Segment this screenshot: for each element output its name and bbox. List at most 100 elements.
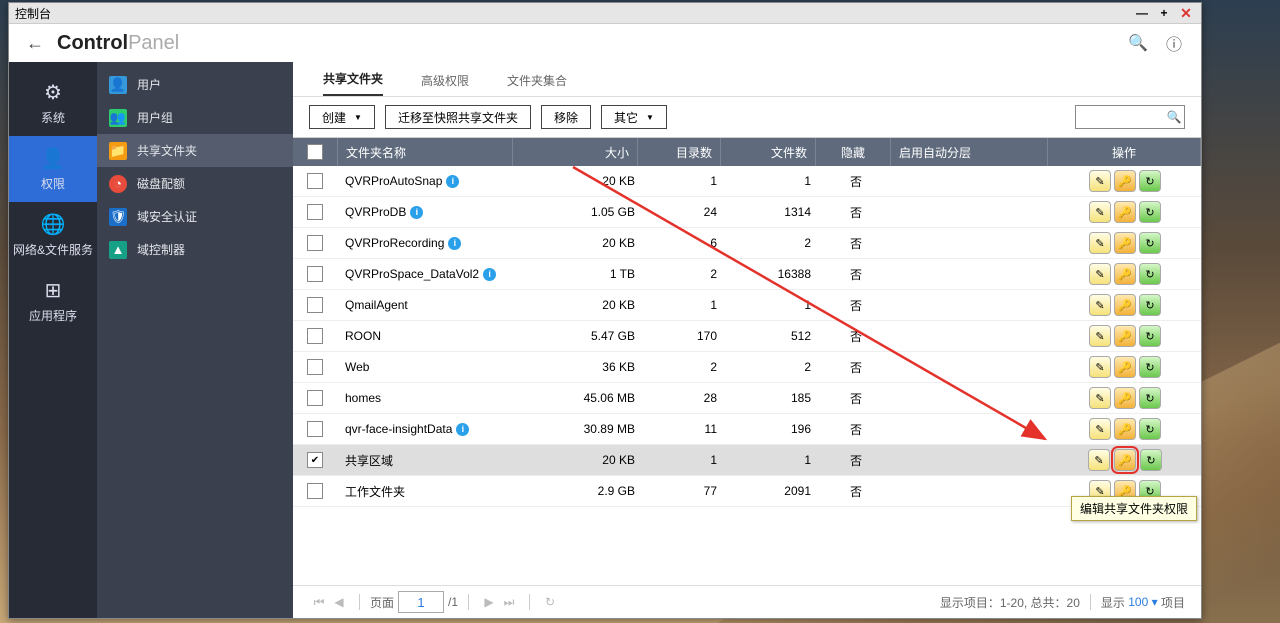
- edit-button[interactable]: ✎: [1089, 325, 1111, 347]
- edit-button[interactable]: ✎: [1089, 356, 1111, 378]
- edit-button[interactable]: ✎: [1088, 449, 1110, 471]
- row-checkbox[interactable]: [307, 235, 323, 251]
- first-page-button[interactable]: ⏮: [309, 595, 329, 610]
- rail-icon: ⊞: [9, 278, 97, 303]
- table-row[interactable]: ROON5.47 GB170512否✎🔑↻: [293, 321, 1201, 352]
- search-icon[interactable]: 🔍: [1125, 30, 1151, 56]
- table-row[interactable]: QVRProAutoSnapi20 KB11否✎🔑↻: [293, 166, 1201, 197]
- row-checkbox[interactable]: [307, 421, 323, 437]
- permissions-button[interactable]: 🔑: [1114, 418, 1136, 440]
- edit-button[interactable]: ✎: [1089, 387, 1111, 409]
- remove-button[interactable]: 移除: [541, 105, 591, 129]
- refresh-button[interactable]: ↻: [1139, 418, 1161, 440]
- col-hide[interactable]: 隐藏: [816, 138, 891, 166]
- permissions-button[interactable]: 🔑: [1114, 325, 1136, 347]
- table-row[interactable]: qvr-face-insightDatai30.89 MB11196否✎🔑↻: [293, 414, 1201, 445]
- help-icon[interactable]: ⓘ: [1161, 30, 1187, 56]
- refresh-button[interactable]: ↻: [540, 595, 560, 609]
- col-files[interactable]: 文件数: [721, 138, 816, 166]
- page-size-select[interactable]: 100 ▾: [1128, 595, 1157, 609]
- permissions-button[interactable]: 🔑: [1114, 170, 1136, 192]
- edit-button[interactable]: ✎: [1089, 232, 1111, 254]
- permissions-button[interactable]: 🔑: [1114, 232, 1136, 254]
- row-checkbox[interactable]: [307, 204, 323, 220]
- tab-共享文件夹[interactable]: 共享文件夹: [323, 61, 383, 96]
- tab-文件夹集合[interactable]: 文件夹集合: [507, 63, 567, 96]
- permissions-button[interactable]: 🔑: [1114, 263, 1136, 285]
- permissions-button[interactable]: 🔑: [1114, 449, 1136, 471]
- table-row[interactable]: 工作文件夹2.9 GB772091否✎🔑↻: [293, 476, 1201, 507]
- rail-item-权限[interactable]: 👤权限: [9, 136, 97, 202]
- sidebar-item-用户组[interactable]: 👥用户组: [97, 101, 293, 134]
- refresh-button[interactable]: ↻: [1139, 294, 1161, 316]
- edit-button[interactable]: ✎: [1089, 263, 1111, 285]
- toolbar: 创建▼ 迁移至快照共享文件夹 移除 其它▼ 🔍: [293, 97, 1201, 137]
- row-checkbox[interactable]: ✔: [307, 452, 323, 468]
- col-dirs[interactable]: 目录数: [638, 138, 721, 166]
- rail-item-系统[interactable]: ⚙系统: [9, 70, 97, 136]
- edit-button[interactable]: ✎: [1089, 294, 1111, 316]
- col-tier[interactable]: 启用自动分层: [891, 138, 1048, 166]
- refresh-button[interactable]: ↻: [1139, 170, 1161, 192]
- prev-page-button[interactable]: ◀: [329, 595, 349, 609]
- permissions-button[interactable]: 🔑: [1114, 387, 1136, 409]
- refresh-button[interactable]: ↻: [1139, 356, 1161, 378]
- info-icon[interactable]: i: [448, 237, 461, 250]
- col-size[interactable]: 大小: [513, 138, 638, 166]
- row-checkbox[interactable]: [307, 359, 323, 375]
- create-button[interactable]: 创建▼: [309, 105, 375, 129]
- last-page-button[interactable]: ⏭: [499, 595, 519, 610]
- refresh-button[interactable]: ↻: [1139, 232, 1161, 254]
- back-button[interactable]: ←: [23, 31, 47, 55]
- permissions-button[interactable]: 🔑: [1114, 294, 1136, 316]
- row-checkbox[interactable]: [307, 328, 323, 344]
- row-checkbox[interactable]: [307, 297, 323, 313]
- tab-高级权限[interactable]: 高级权限: [421, 63, 469, 96]
- refresh-button[interactable]: ↻: [1140, 449, 1162, 471]
- table-row[interactable]: QmailAgent20 KB11否✎🔑↻: [293, 290, 1201, 321]
- search-box[interactable]: 🔍: [1075, 105, 1185, 129]
- rail-item-应用程序[interactable]: ⊞应用程序: [9, 268, 97, 334]
- table-row[interactable]: QVRProRecordingi20 KB62否✎🔑↻: [293, 228, 1201, 259]
- table-row[interactable]: QVRProSpace_DataVol2i1 TB216388否✎🔑↻: [293, 259, 1201, 290]
- table-row[interactable]: ✔共享区域20 KB11否✎🔑↻: [293, 445, 1201, 476]
- search-icon[interactable]: 🔍: [1164, 110, 1184, 124]
- row-checkbox[interactable]: [307, 266, 323, 282]
- info-icon[interactable]: i: [410, 206, 423, 219]
- info-icon[interactable]: i: [446, 175, 459, 188]
- edit-button[interactable]: ✎: [1089, 418, 1111, 440]
- permissions-button[interactable]: 🔑: [1114, 356, 1136, 378]
- maximize-button[interactable]: +: [1155, 4, 1173, 22]
- table-row[interactable]: QVRProDBi1.05 GB241314否✎🔑↻: [293, 197, 1201, 228]
- permissions-button[interactable]: 🔑: [1114, 201, 1136, 223]
- search-input[interactable]: [1076, 110, 1164, 124]
- refresh-button[interactable]: ↻: [1139, 387, 1161, 409]
- select-all-checkbox[interactable]: [307, 144, 323, 160]
- col-name[interactable]: 文件夹名称: [338, 138, 513, 166]
- next-page-button[interactable]: ▶: [479, 595, 499, 609]
- row-checkbox[interactable]: [307, 173, 323, 189]
- sidebar-item-域安全认证[interactable]: 🛡域安全认证: [97, 200, 293, 233]
- table-row[interactable]: Web36 KB22否✎🔑↻: [293, 352, 1201, 383]
- table-row[interactable]: homes45.06 MB28185否✎🔑↻: [293, 383, 1201, 414]
- refresh-button[interactable]: ↻: [1139, 201, 1161, 223]
- row-checkbox[interactable]: [307, 390, 323, 406]
- migrate-button[interactable]: 迁移至快照共享文件夹: [385, 105, 531, 129]
- edit-button[interactable]: ✎: [1089, 170, 1111, 192]
- refresh-button[interactable]: ↻: [1139, 325, 1161, 347]
- info-icon[interactable]: i: [456, 423, 469, 436]
- minimize-button[interactable]: —: [1133, 4, 1151, 22]
- sidebar-item-共享文件夹[interactable]: 📁共享文件夹: [97, 134, 293, 167]
- page-input[interactable]: [398, 591, 444, 613]
- other-button[interactable]: 其它▼: [601, 105, 667, 129]
- info-icon[interactable]: i: [483, 268, 496, 281]
- row-checkbox[interactable]: [307, 483, 323, 499]
- sidebar-item-用户[interactable]: 👤用户: [97, 68, 293, 101]
- close-button[interactable]: ✕: [1177, 4, 1195, 22]
- rail-item-网络&文件服务[interactable]: 🌐网络&文件服务: [9, 202, 97, 268]
- sidebar-item-磁盘配额[interactable]: ◔磁盘配额: [97, 167, 293, 200]
- sidebar-item-域控制器[interactable]: ▲域控制器: [97, 233, 293, 266]
- refresh-button[interactable]: ↻: [1139, 263, 1161, 285]
- edit-button[interactable]: ✎: [1089, 201, 1111, 223]
- col-actions: 操作: [1048, 138, 1201, 166]
